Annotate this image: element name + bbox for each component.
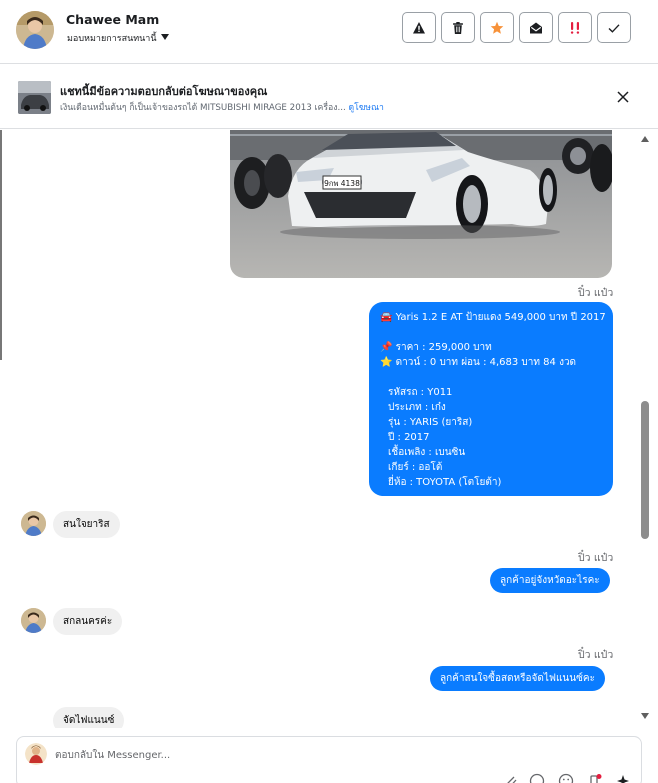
mark-done-button[interactable] [597, 12, 631, 43]
mark-spam-button[interactable] [558, 12, 592, 43]
ad-title: แชทนี้มีข้อความตอบกลับต่อโฆษณาของคุณ [60, 85, 268, 98]
mark-unread-button[interactable] [519, 12, 553, 43]
close-ad-button[interactable] [612, 86, 634, 108]
incoming-message[interactable]: จัดไฟแนนซ์ [53, 707, 125, 728]
sender-name: ปิ๋ว แป๋ว [578, 552, 614, 564]
listing-headline: 🚘 Yaris 1.2 E AT ป้ายแดง 549,000 บาท ปี … [380, 312, 606, 323]
incoming-message[interactable]: สกลนครค่ะ [53, 608, 123, 635]
reply-composer [16, 736, 642, 783]
envelope-open-icon [530, 22, 542, 33]
trash-icon [453, 21, 463, 34]
listing-year: ปี : 2017 [388, 432, 430, 443]
ad-reply-banner: แชทนี้มีข้อความตอบกลับต่อโฆษณาของคุณ เงิ… [0, 65, 658, 129]
scroll-down-arrow-icon[interactable] [641, 713, 649, 719]
contact-avatar[interactable] [16, 11, 54, 49]
magic-icon[interactable] [615, 773, 631, 783]
customer-avatar[interactable] [21, 511, 46, 536]
emoji-icon[interactable] [558, 773, 574, 783]
delete-button[interactable] [441, 12, 475, 43]
attach-icon[interactable] [503, 773, 519, 783]
sender-name: ปิ๋ว แป๋ว [578, 649, 614, 661]
gif-icon[interactable] [529, 773, 545, 783]
customer-avatar[interactable] [21, 608, 46, 633]
listing-model: รุ่น : YARIS (ยาริส) [388, 417, 473, 428]
ad-description-text: เงินเดือนหมื่นต้นๆ ก็เป็นเจ้าของรถได้ MI… [60, 103, 346, 113]
assign-dropdown[interactable]: มอบหมายการสนทนานี้ [67, 31, 169, 45]
star-icon [490, 21, 504, 34]
sender-name: ปิ๋ว แป๋ว [578, 287, 614, 299]
chat-scrollbar[interactable] [639, 130, 651, 728]
listing-terms: ⭐ ดาวน์ : 0 บาท ผ่อน : 4,683 บาท 84 งวด [380, 357, 577, 368]
incoming-message[interactable]: สนใจยาริส [53, 511, 120, 538]
car-photo[interactable]: 9กพ 4138 [230, 130, 612, 278]
star-button[interactable] [480, 12, 514, 43]
listing-gear: เกียร์ : ออโต้ [388, 462, 443, 473]
panel-edge [0, 130, 2, 360]
listing-brand: ยี่ห้อ : TOYOTA (โตโยต้า) [388, 477, 502, 488]
listing-price: 📌 ราคา : 259,000 บาท [380, 342, 492, 353]
alert-icon [413, 21, 425, 33]
assign-label: มอบหมายการสนทนานี้ [67, 34, 157, 44]
listing-code: รหัสรถ : Y011 [388, 387, 453, 398]
mark-alert-button[interactable] [402, 12, 436, 43]
scrollbar-thumb[interactable] [641, 401, 649, 539]
message-thread[interactable]: 9กพ 4138 ปิ๋ว แป๋ว 🚘 Yaris 1.2 E AT ป้าย… [0, 130, 658, 728]
outgoing-message[interactable]: ลูกค้าสนใจซื้อสดหรือจัดไฟแนนซ์คะ [430, 666, 605, 691]
car-listing-message[interactable]: 🚘 Yaris 1.2 E AT ป้ายแดง 549,000 บาท ปี … [369, 302, 613, 496]
outgoing-message[interactable]: ลูกค้าอยู่จังหวัดอะไรคะ [490, 568, 610, 593]
contact-name[interactable]: Chawee Mam [66, 12, 159, 27]
license-plate: 9กพ 4138 [324, 179, 360, 188]
listing-type: ประเภท : เก๋ง [388, 402, 446, 413]
check-icon [608, 23, 620, 33]
spam-icon [570, 21, 580, 34]
header-actions [402, 12, 631, 43]
conversation-header: Chawee Mam มอบหมายการสนทนานี้ [0, 0, 658, 64]
ad-thumbnail[interactable] [18, 81, 51, 114]
caret-down-icon [160, 34, 169, 40]
saved-reply-icon[interactable] [587, 773, 603, 783]
ad-description: เงินเดือนหมื่นต้นๆ ก็เป็นเจ้าของรถได้ MI… [60, 100, 384, 114]
listing-fuel: เชื้อเพลิง : เบนซิน [388, 447, 466, 458]
reply-input[interactable] [55, 745, 475, 765]
page-avatar [25, 743, 47, 765]
close-icon [617, 91, 629, 103]
scroll-up-arrow-icon[interactable] [641, 136, 649, 142]
view-ad-link[interactable]: ดูโฆษณา [349, 103, 384, 113]
